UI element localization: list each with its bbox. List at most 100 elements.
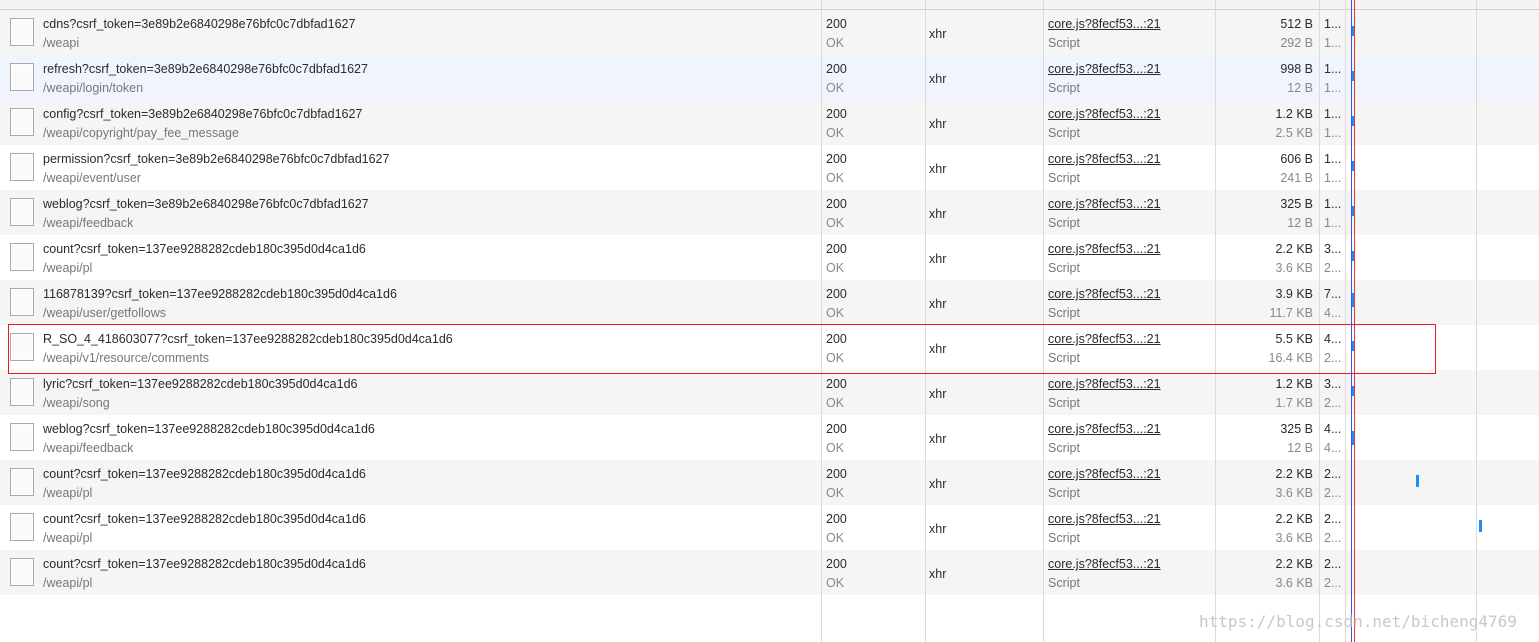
table-row[interactable]: weblog?csrf_token=137ee9288282cdeb180c39… [0,415,1539,460]
request-name[interactable]: count?csrf_token=137ee9288282cdeb180c395… [43,557,366,571]
document-icon [10,243,34,271]
initiator-link[interactable]: core.js?8fecf53...:21 [1048,422,1161,436]
initiator-type: Script [1048,81,1080,95]
request-latency: 1... [1324,81,1342,95]
document-icon [10,153,34,181]
initiator-link[interactable]: core.js?8fecf53...:21 [1048,467,1161,481]
initiator-link[interactable]: core.js?8fecf53...:21 [1048,512,1161,526]
transfer-size: 2.2 KB [1275,512,1313,526]
initiator-type: Script [1048,261,1080,275]
request-path: /weapi/feedback [43,441,134,455]
initiator-link[interactable]: core.js?8fecf53...:21 [1048,197,1161,211]
request-latency: 4... [1324,441,1342,455]
request-name[interactable]: count?csrf_token=137ee9288282cdeb180c395… [43,512,366,526]
initiator-link[interactable]: core.js?8fecf53...:21 [1048,152,1161,166]
status-text: OK [826,306,845,320]
table-row[interactable]: weblog?csrf_token=3e89b2e6840298e76bfc0c… [0,190,1539,235]
document-icon [10,378,34,406]
request-name[interactable]: permission?csrf_token=3e89b2e6840298e76b… [43,152,389,166]
content-size: 3.6 KB [1275,531,1313,545]
request-name[interactable]: 116878139?csrf_token=137ee9288282cdeb180… [43,287,397,301]
table-row[interactable]: cdns?csrf_token=3e89b2e6840298e76bfc0c7d… [0,10,1539,55]
status-text: OK [826,36,845,50]
content-size: 3.6 KB [1275,261,1313,275]
request-time: 1... [1324,152,1342,166]
request-path: /weapi/pl [43,486,93,500]
table-row[interactable]: config?csrf_token=3e89b2e6840298e76bfc0c… [0,100,1539,145]
request-type: xhr [929,387,947,401]
request-latency: 2... [1324,531,1342,545]
waterfall-grid-line [1476,0,1477,642]
initiator-link[interactable]: core.js?8fecf53...:21 [1048,287,1161,301]
request-time: 7... [1324,287,1342,301]
status-text: OK [826,396,845,410]
initiator-link[interactable]: core.js?8fecf53...:21 [1048,17,1161,31]
request-name[interactable]: weblog?csrf_token=3e89b2e6840298e76bfc0c… [43,197,369,211]
table-row[interactable]: lyric?csrf_token=137ee9288282cdeb180c395… [0,370,1539,415]
request-time: 1... [1324,17,1342,31]
content-size: 2.5 KB [1275,126,1313,140]
status-code: 200 [826,17,847,31]
column-divider [1319,0,1320,642]
initiator-link[interactable]: core.js?8fecf53...:21 [1048,332,1161,346]
request-name[interactable]: R_SO_4_418603077?csrf_token=137ee9288282… [43,332,453,346]
status-code: 200 [826,152,847,166]
initiator-type: Script [1048,216,1080,230]
request-name[interactable]: count?csrf_token=137ee9288282cdeb180c395… [43,242,366,256]
table-row[interactable]: R_SO_4_418603077?csrf_token=137ee9288282… [0,325,1539,370]
content-size: 16.4 KB [1268,351,1313,365]
table-row[interactable]: refresh?csrf_token=3e89b2e6840298e76bfc0… [0,55,1539,100]
table-row[interactable]: permission?csrf_token=3e89b2e6840298e76b… [0,145,1539,190]
initiator-link[interactable]: core.js?8fecf53...:21 [1048,377,1161,391]
request-latency: 1... [1324,216,1342,230]
request-time: 4... [1324,332,1342,346]
content-size: 11.7 KB [1269,306,1313,320]
document-icon [10,198,34,226]
initiator-type: Script [1048,441,1080,455]
load-event-line [1354,0,1355,642]
request-time: 2... [1324,557,1342,571]
table-row[interactable]: 116878139?csrf_token=137ee9288282cdeb180… [0,280,1539,325]
waterfall-bar [1416,475,1419,487]
status-code: 200 [826,332,847,346]
request-type: xhr [929,162,947,176]
status-code: 200 [826,377,847,391]
request-name[interactable]: lyric?csrf_token=137ee9288282cdeb180c395… [43,377,358,391]
initiator-type: Script [1048,531,1080,545]
request-latency: 2... [1324,486,1342,500]
request-time: 1... [1324,197,1342,211]
table-row[interactable]: count?csrf_token=137ee9288282cdeb180c395… [0,505,1539,550]
request-type: xhr [929,207,947,221]
request-name[interactable]: cdns?csrf_token=3e89b2e6840298e76bfc0c7d… [43,17,355,31]
initiator-type: Script [1048,576,1080,590]
request-path: /weapi/song [43,396,110,410]
table-row[interactable]: count?csrf_token=137ee9288282cdeb180c395… [0,235,1539,280]
initiator-link[interactable]: core.js?8fecf53...:21 [1048,557,1161,571]
request-type: xhr [929,522,947,536]
request-latency: 2... [1324,351,1342,365]
request-name[interactable]: weblog?csrf_token=137ee9288282cdeb180c39… [43,422,375,436]
table-row[interactable]: count?csrf_token=137ee9288282cdeb180c395… [0,460,1539,505]
status-text: OK [826,576,845,590]
request-time: 2... [1324,512,1342,526]
column-divider [821,0,822,642]
request-latency: 1... [1324,36,1342,50]
transfer-size: 2.2 KB [1275,557,1313,571]
content-size: 241 B [1280,171,1313,185]
table-row[interactable]: count?csrf_token=137ee9288282cdeb180c395… [0,550,1539,595]
request-latency: 2... [1324,261,1342,275]
request-name[interactable]: config?csrf_token=3e89b2e6840298e76bfc0c… [43,107,362,121]
request-latency: 1... [1324,171,1342,185]
document-icon [10,558,34,586]
initiator-link[interactable]: core.js?8fecf53...:21 [1048,242,1161,256]
request-type: xhr [929,27,947,41]
document-icon [10,18,34,46]
initiator-link[interactable]: core.js?8fecf53...:21 [1048,62,1161,76]
request-name[interactable]: refresh?csrf_token=3e89b2e6840298e76bfc0… [43,62,368,76]
initiator-link[interactable]: core.js?8fecf53...:21 [1048,107,1161,121]
request-latency: 2... [1324,576,1342,590]
request-name[interactable]: count?csrf_token=137ee9288282cdeb180c395… [43,467,366,481]
request-time: 4... [1324,422,1342,436]
content-size: 12 B [1287,81,1313,95]
content-size: 3.6 KB [1275,486,1313,500]
